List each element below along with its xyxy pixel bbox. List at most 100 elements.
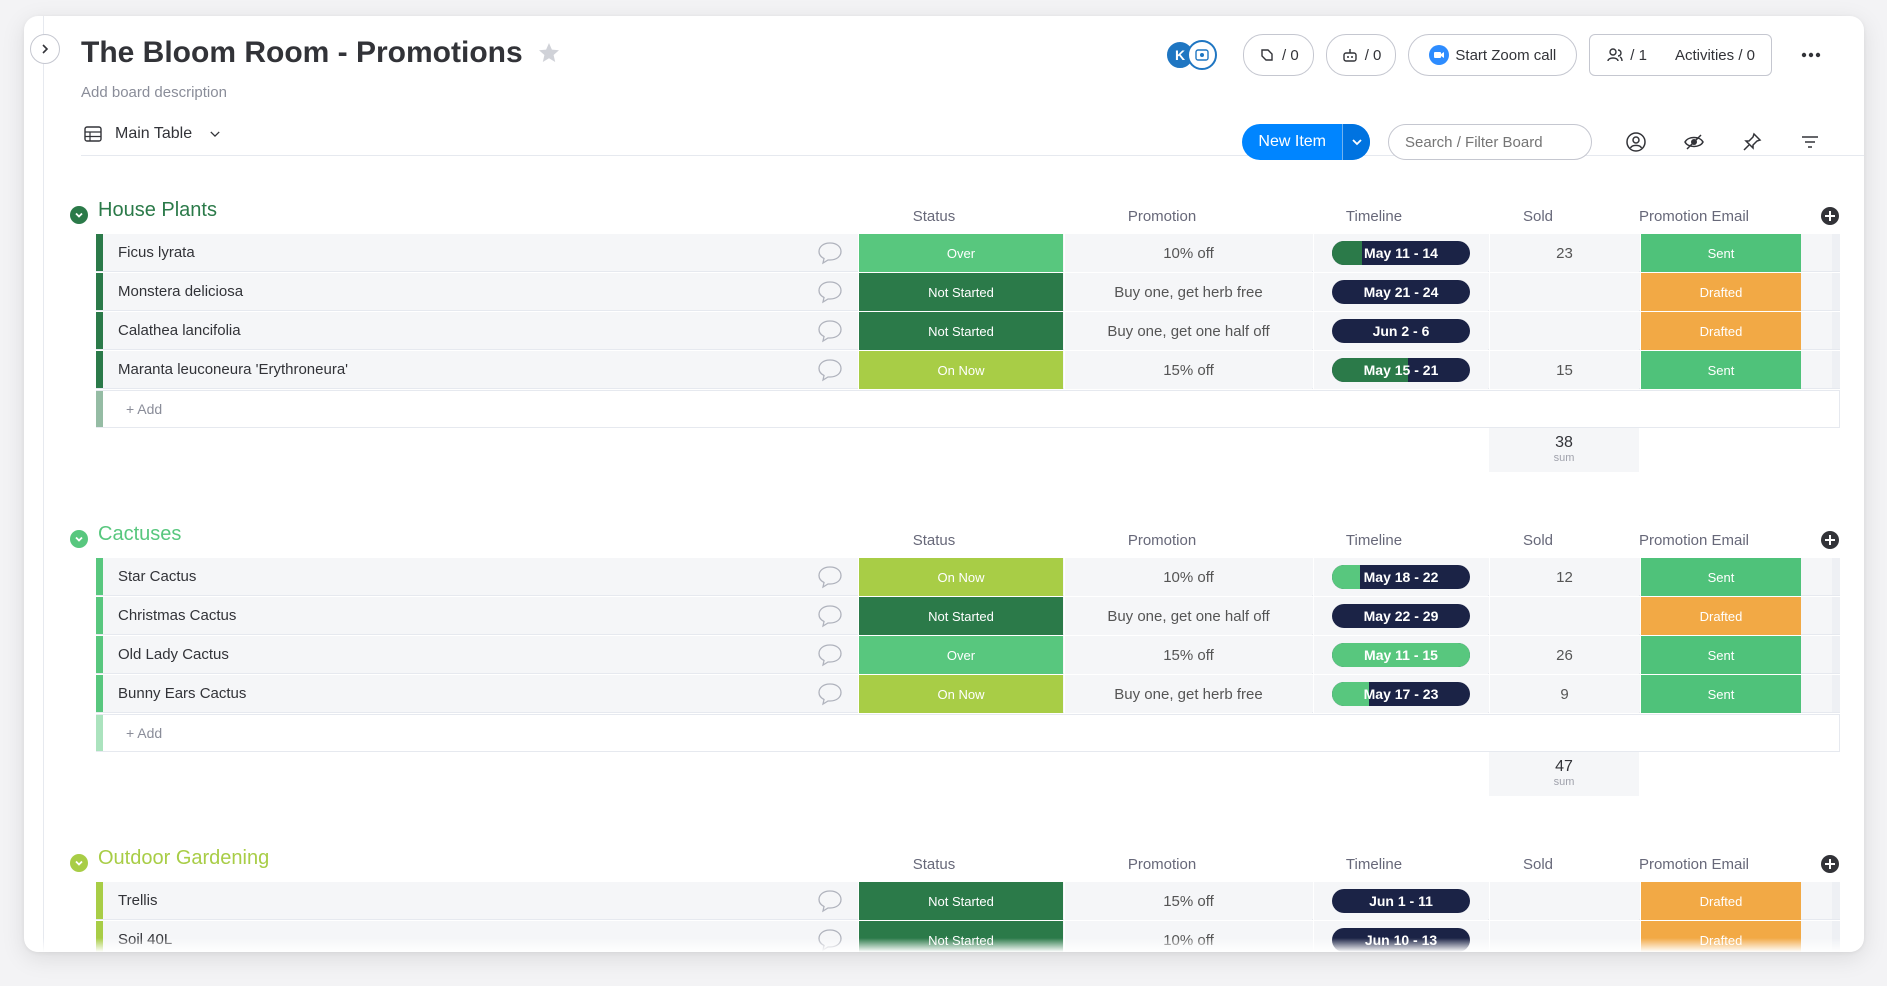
item-name[interactable]: Bunny Ears Cactus <box>118 685 246 702</box>
group-title[interactable]: House Plants <box>98 199 217 222</box>
activities-label[interactable]: Activities / 0 <box>1675 47 1755 64</box>
comment-icon[interactable] <box>816 888 844 914</box>
table-row[interactable]: Trellis Not Started 15% off Jun 1 - 11 Draft… <box>96 882 1840 920</box>
search-input[interactable] <box>1388 124 1592 160</box>
status-cell[interactable]: On Now <box>858 558 1063 596</box>
status-cell[interactable]: Over <box>858 636 1063 674</box>
column-header-status[interactable]: Status <box>834 208 1034 225</box>
promotion-email-cell[interactable]: Sent <box>1640 675 1801 713</box>
sold-cell[interactable] <box>1489 597 1639 635</box>
group-collapse-icon[interactable] <box>70 206 88 224</box>
add-column-button[interactable] <box>1820 206 1840 226</box>
promotion-cell[interactable]: 10% off <box>1064 234 1312 272</box>
table-row[interactable]: Maranta leuconeura 'Erythroneura' On Now 1… <box>96 351 1840 389</box>
sold-cell[interactable] <box>1489 882 1639 920</box>
star-icon[interactable] <box>537 41 561 65</box>
table-row[interactable]: Bunny Ears Cactus On Now Buy one, get herb… <box>96 675 1840 713</box>
status-cell[interactable]: Not Started <box>858 597 1063 635</box>
person-filter-button[interactable] <box>1622 128 1650 156</box>
guest-avatar[interactable] <box>1187 40 1218 70</box>
timeline-cell[interactable]: May 22 - 29 <box>1313 597 1488 635</box>
promotion-email-cell[interactable]: Drafted <box>1640 597 1801 635</box>
timeline-cell[interactable]: May 21 - 24 <box>1313 273 1488 311</box>
timeline-cell[interactable]: May 11 - 14 <box>1313 234 1488 272</box>
status-cell[interactable]: On Now <box>858 675 1063 713</box>
column-header-email[interactable]: Promotion Email <box>1594 856 1794 873</box>
promotion-email-cell[interactable]: Sent <box>1640 636 1801 674</box>
automations-button[interactable]: / 0 <box>1325 34 1397 76</box>
sold-cell[interactable]: 26 <box>1489 636 1639 674</box>
comment-icon[interactable] <box>816 240 844 266</box>
add-item-label[interactable]: + Add <box>126 401 162 417</box>
timeline-pill[interactable]: May 11 - 15 <box>1332 643 1470 667</box>
timeline-pill[interactable]: May 21 - 24 <box>1332 280 1470 304</box>
table-row[interactable]: Calathea lancifolia Not Started Buy one, g… <box>96 312 1840 350</box>
comment-icon[interactable] <box>816 357 844 383</box>
group-title[interactable]: Outdoor Gardening <box>98 847 269 870</box>
item-name[interactable]: Old Lady Cactus <box>118 646 229 663</box>
promotion-cell[interactable]: Buy one, get herb free <box>1064 273 1312 311</box>
timeline-cell[interactable]: May 18 - 22 <box>1313 558 1488 596</box>
promotion-email-cell[interactable]: Drafted <box>1640 273 1801 311</box>
timeline-pill[interactable]: May 11 - 14 <box>1332 241 1470 265</box>
promotion-cell[interactable]: Buy one, get one half off <box>1064 312 1312 350</box>
comment-icon[interactable] <box>816 564 844 590</box>
timeline-pill[interactable]: Jun 1 - 11 <box>1332 889 1470 913</box>
status-cell[interactable]: Over <box>858 234 1063 272</box>
item-name[interactable]: Ficus lyrata <box>118 244 195 261</box>
column-header-status[interactable]: Status <box>834 856 1034 873</box>
add-item-row[interactable]: + Add <box>96 390 1840 428</box>
promotion-cell[interactable]: Buy one, get one half off <box>1064 597 1312 635</box>
promotion-cell[interactable]: 15% off <box>1064 636 1312 674</box>
item-name[interactable]: Star Cactus <box>118 568 196 585</box>
status-cell[interactable]: Not Started <box>858 312 1063 350</box>
add-item-label[interactable]: + Add <box>126 725 162 741</box>
new-item-label[interactable]: New Item <box>1242 124 1342 160</box>
comment-icon[interactable] <box>816 642 844 668</box>
timeline-cell[interactable]: Jun 2 - 6 <box>1313 312 1488 350</box>
promotion-email-cell[interactable]: Drafted <box>1640 882 1801 920</box>
item-name[interactable]: Christmas Cactus <box>118 607 236 624</box>
comment-icon[interactable] <box>816 279 844 305</box>
integrations-button[interactable]: / 0 <box>1243 34 1314 76</box>
comment-icon[interactable] <box>816 318 844 344</box>
timeline-cell[interactable]: Jun 1 - 11 <box>1313 882 1488 920</box>
add-column-button[interactable] <box>1820 530 1840 550</box>
item-name[interactable]: Monstera deliciosa <box>118 283 243 300</box>
sold-cell[interactable]: 15 <box>1489 351 1639 389</box>
board-members[interactable]: K <box>1165 40 1218 70</box>
timeline-cell[interactable]: May 11 - 15 <box>1313 636 1488 674</box>
group-title[interactable]: Cactuses <box>98 523 181 546</box>
column-header-email[interactable]: Promotion Email <box>1594 532 1794 549</box>
status-cell[interactable]: Not Started <box>858 882 1063 920</box>
table-row[interactable]: Star Cactus On Now 10% off May 18 - 22 12 Sen… <box>96 558 1840 596</box>
board-description[interactable]: Add board description <box>81 84 227 101</box>
table-row[interactable]: Ficus lyrata Over 10% off May 11 - 14 23 Sent <box>96 234 1840 272</box>
column-header-email[interactable]: Promotion Email <box>1594 208 1794 225</box>
pin-button[interactable] <box>1738 128 1766 156</box>
board-title[interactable]: The Bloom Room - Promotions <box>81 36 523 70</box>
timeline-pill[interactable]: May 22 - 29 <box>1332 604 1470 628</box>
hide-columns-button[interactable] <box>1680 128 1708 156</box>
group-collapse-icon[interactable] <box>70 854 88 872</box>
table-row[interactable]: Old Lady Cactus Over 15% off May 11 - 15 26 S… <box>96 636 1840 674</box>
filter-button[interactable] <box>1796 128 1824 156</box>
sold-cell[interactable] <box>1489 312 1639 350</box>
promotion-email-cell[interactable]: Sent <box>1640 234 1801 272</box>
status-cell[interactable]: Not Started <box>858 273 1063 311</box>
comment-icon[interactable] <box>816 603 844 629</box>
timeline-pill[interactable]: May 18 - 22 <box>1332 565 1470 589</box>
item-name[interactable]: Calathea lancifolia <box>118 322 241 339</box>
sold-cell[interactable] <box>1489 273 1639 311</box>
expand-sidebar-button[interactable] <box>30 34 60 64</box>
sold-cell[interactable]: 12 <box>1489 558 1639 596</box>
column-header-promotion[interactable]: Promotion <box>1062 532 1262 549</box>
sold-cell[interactable]: 9 <box>1489 675 1639 713</box>
item-name[interactable]: Trellis <box>118 892 157 909</box>
status-cell[interactable]: On Now <box>858 351 1063 389</box>
members-activities-button[interactable]: / 1 Activities / 0 <box>1589 34 1772 76</box>
group-collapse-icon[interactable] <box>70 530 88 548</box>
promotion-email-cell[interactable]: Drafted <box>1640 312 1801 350</box>
item-name[interactable]: Maranta leuconeura 'Erythroneura' <box>118 361 348 378</box>
table-row[interactable]: Christmas Cactus Not Started Buy one, get … <box>96 597 1840 635</box>
